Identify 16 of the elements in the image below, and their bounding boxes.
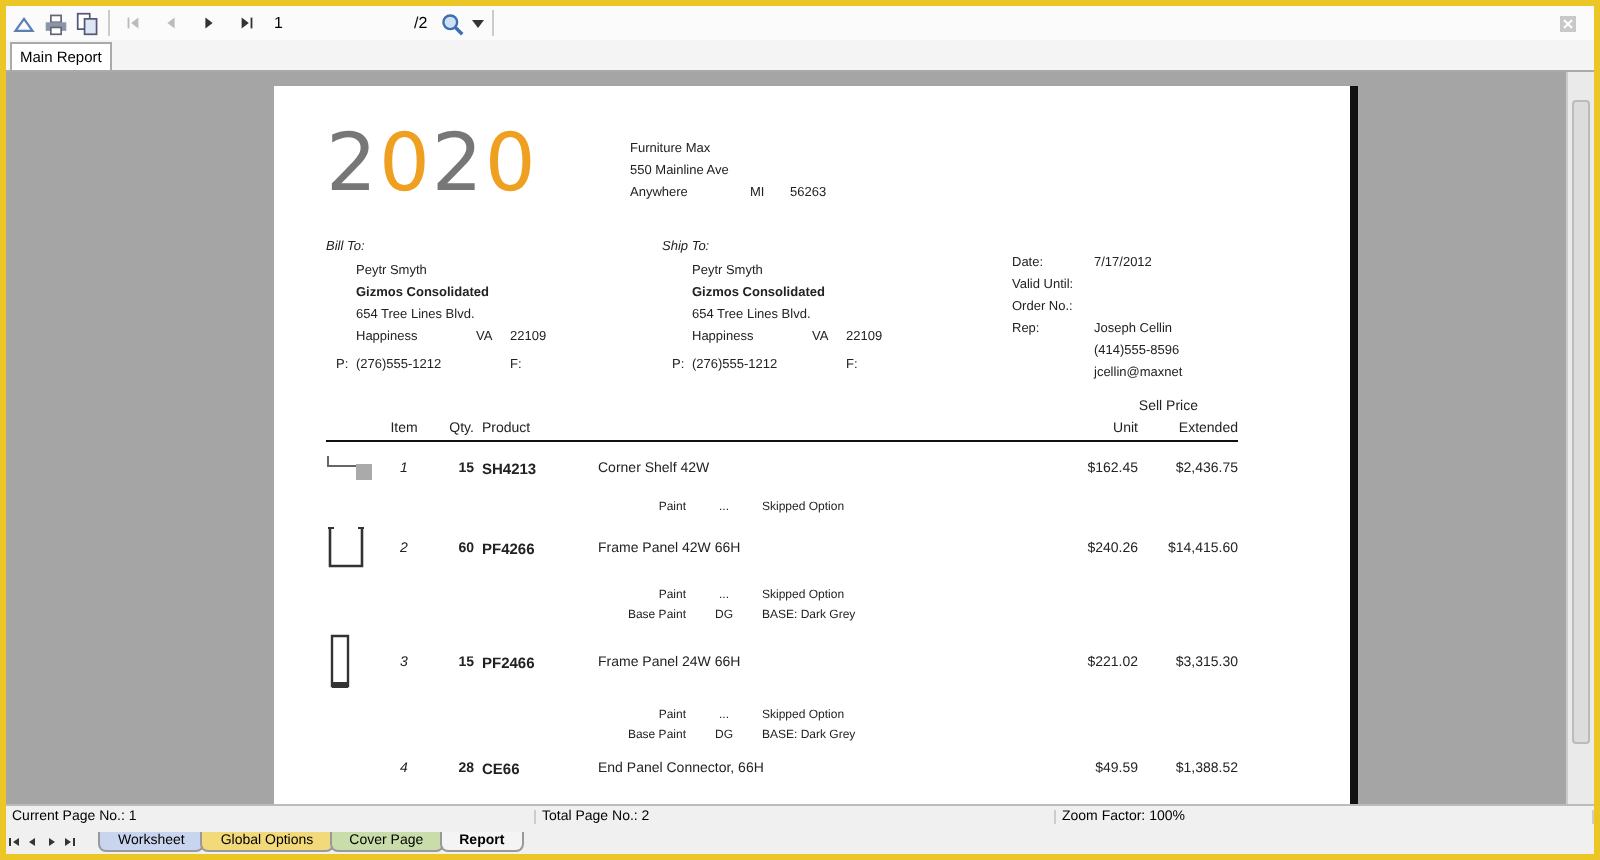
scrollbar-thumb[interactable]: [1572, 100, 1590, 744]
page-total: /2: [414, 14, 428, 32]
last-sheet-icon[interactable]: [60, 833, 78, 849]
panel-icon: [326, 634, 354, 690]
first-sheet-icon[interactable]: [6, 833, 24, 849]
zoom-icon[interactable]: [439, 11, 464, 35]
printer-icon[interactable]: [44, 11, 68, 35]
last-page-icon[interactable]: [238, 14, 256, 32]
caret-icon[interactable]: [471, 19, 484, 27]
panel-icon: [326, 526, 366, 570]
shelf-icon: [326, 454, 374, 482]
next-page-icon[interactable]: [200, 14, 218, 32]
company-logo: 2020: [326, 130, 540, 200]
vertical-scrollbar[interactable]: [1566, 72, 1594, 804]
copy-pages-icon[interactable]: [76, 11, 100, 35]
page-number-field[interactable]: 1: [270, 11, 406, 35]
